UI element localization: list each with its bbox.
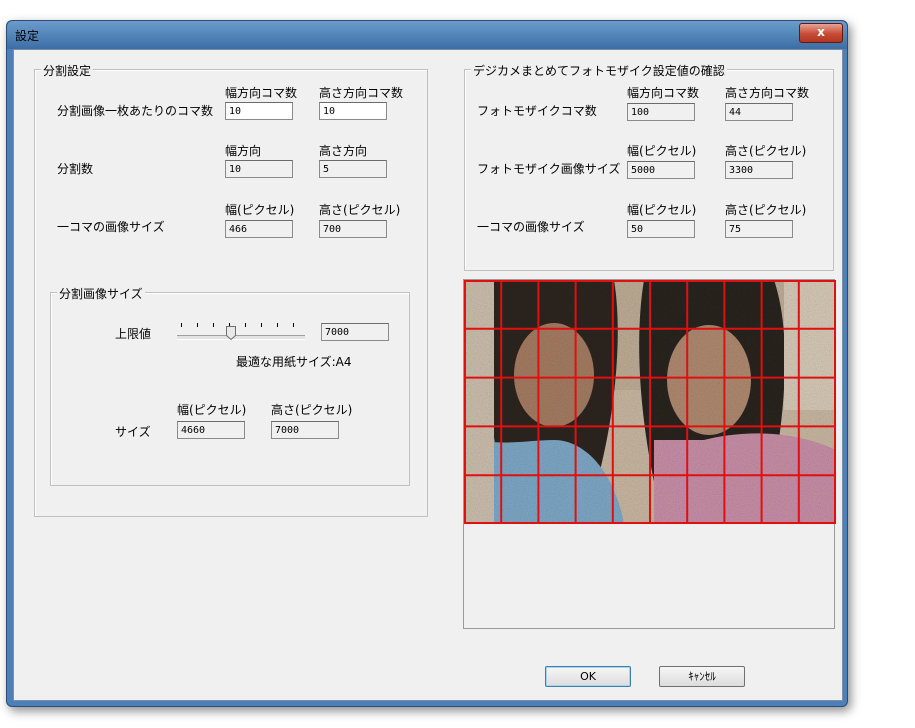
cancel-button[interactable]: ｷｬﾝｾﾙ <box>659 666 745 687</box>
col-header-width-count: 幅方向コマ数 <box>627 86 700 100</box>
slider-tick <box>245 323 246 327</box>
mosaic-image-height-field: 3300 <box>725 161 793 179</box>
dialog-client-area: 分割設定 幅方向コマ数 高さ方向コマ数 分割画像一枚あたりのコマ数 10 10 … <box>13 49 843 701</box>
col-header-width-px: 幅(ピクセル) <box>627 144 697 158</box>
slider-thumb[interactable] <box>226 326 237 340</box>
split-count-width-field: 10 <box>225 160 293 178</box>
size-width-field: 4660 <box>177 421 245 439</box>
confirm-frame-size-label: 一コマの画像サイズ <box>477 220 585 234</box>
col-header-height-px: 高さ(ピクセル) <box>725 144 807 158</box>
confirm-frame-width-field: 50 <box>627 220 695 238</box>
max-value-label: 上限値 <box>115 327 152 341</box>
frame-width-field: 466 <box>225 220 293 238</box>
col-header-width: 幅方向 <box>225 144 262 158</box>
image-size-title: 分割画像サイズ <box>57 285 145 302</box>
mosaic-count-height-field: 44 <box>725 103 793 121</box>
col-header-height-count: 高さ方向コマ数 <box>725 86 810 100</box>
col-header-height-count: 高さ方向コマ数 <box>319 86 404 100</box>
max-value-slider[interactable] <box>177 323 307 347</box>
split-count-label: 分割数 <box>57 162 94 176</box>
mosaic-image-size-label: フォトモザイク画像サイズ <box>477 162 621 176</box>
col-header-width-px: 幅(ピクセル) <box>627 203 697 217</box>
split-count-height-field: 5 <box>319 160 387 178</box>
slider-tick <box>261 323 262 327</box>
confirm-title: デジカメまとめてフォトモザイク設定値の確認 <box>471 62 727 79</box>
col-header-width-px: 幅(ピクセル) <box>177 403 247 417</box>
close-icon: x <box>817 25 825 39</box>
frame-size-label: 一コマの画像サイズ <box>57 220 165 234</box>
slider-track <box>177 335 305 340</box>
slider-tick <box>197 323 198 327</box>
slider-tick <box>277 323 278 327</box>
mosaic-count-width-field: 100 <box>627 103 695 121</box>
size-height-field: 7000 <box>271 421 339 439</box>
per-image-count-label: 分割画像一枚あたりのコマ数 <box>57 104 214 118</box>
col-header-height-px: 高さ(ピクセル) <box>271 403 353 417</box>
size-label: サイズ <box>115 425 151 439</box>
settings-dialog: 設定 x 分割設定 幅方向コマ数 高さ方向コマ数 分割画像一枚あたりのコマ数 1… <box>6 20 848 707</box>
slider-tick <box>293 323 294 327</box>
slider-tick <box>213 323 214 327</box>
mosaic-count-label: フォトモザイクコマ数 <box>477 104 597 118</box>
frame-height-field: 700 <box>319 220 387 238</box>
optimal-paper-size-label: 最適な用紙サイズ:A4 <box>236 355 352 369</box>
per-image-width-input[interactable]: 10 <box>225 102 293 120</box>
split-settings-group: 分割設定 幅方向コマ数 高さ方向コマ数 分割画像一枚あたりのコマ数 10 10 … <box>34 62 428 517</box>
confirm-group: デジカメまとめてフォトモザイク設定値の確認 幅方向コマ数 高さ方向コマ数 フォト… <box>464 62 834 271</box>
col-header-height-px: 高さ(ピクセル) <box>725 203 807 217</box>
window-title: 設定 <box>15 29 40 43</box>
mosaic-preview-image <box>464 280 836 524</box>
col-header-width-count: 幅方向コマ数 <box>225 86 298 100</box>
max-value-field: 7000 <box>321 323 389 341</box>
ok-button[interactable]: OK <box>545 666 631 687</box>
split-settings-title: 分割設定 <box>41 62 94 79</box>
confirm-frame-height-field: 75 <box>725 220 793 238</box>
image-size-group: 分割画像サイズ 上限値 7000 最適な用紙サイズ:A4 幅(ピクセル) 高さ(… <box>50 285 410 486</box>
mosaic-image-width-field: 5000 <box>627 161 695 179</box>
mosaic-preview-panel <box>463 279 836 629</box>
close-button[interactable]: x <box>799 23 843 43</box>
col-header-height-px: 高さ(ピクセル) <box>319 203 401 217</box>
title-bar[interactable]: 設定 x <box>7 21 847 49</box>
mosaic-preview-svg <box>464 280 836 524</box>
col-header-height: 高さ方向 <box>319 144 368 158</box>
slider-tick <box>181 323 182 327</box>
col-header-width-px: 幅(ピクセル) <box>225 203 295 217</box>
per-image-height-input[interactable]: 10 <box>319 102 387 120</box>
